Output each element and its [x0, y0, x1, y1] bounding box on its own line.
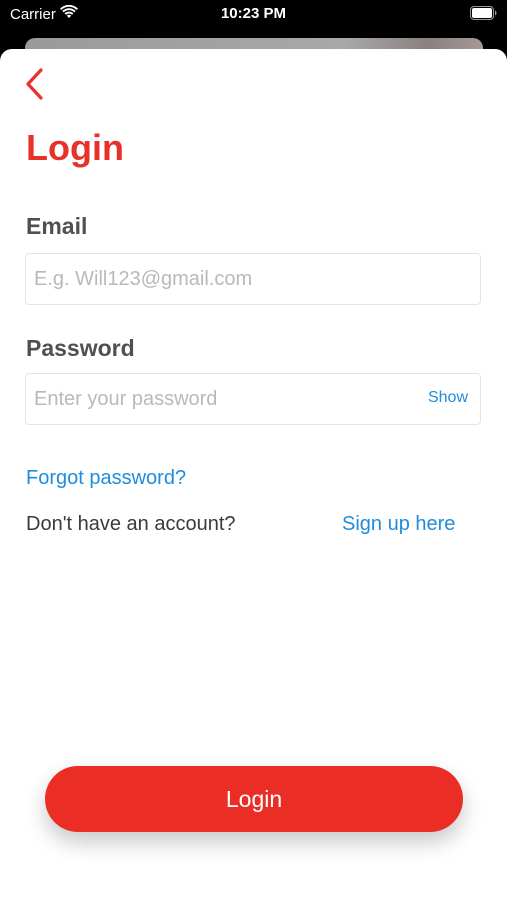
battery-icon — [470, 6, 497, 25]
password-field[interactable] — [34, 374, 414, 424]
back-button[interactable] — [20, 64, 52, 104]
no-account-text: Don't have an account? — [26, 513, 236, 535]
status-bar: Carrier 10:23 PM — [0, 0, 507, 30]
show-password-button[interactable]: Show — [428, 389, 468, 407]
email-label: Email — [26, 213, 88, 239]
login-button[interactable]: Login — [45, 766, 463, 832]
app-screen: Carrier 10:23 PM Login Email E.g. Will12… — [0, 0, 507, 900]
sign-up-link[interactable]: Sign up here — [342, 513, 455, 536]
login-sheet: Login Email Password Show Forgot passwor… — [0, 49, 507, 900]
chevron-left-icon — [20, 68, 52, 108]
password-label: Password — [26, 335, 135, 361]
password-field-container: Show — [25, 373, 481, 425]
email-field[interactable] — [34, 254, 414, 304]
status-time: 10:23 PM — [220, 5, 287, 22]
forgot-password-link[interactable]: Forgot password? — [26, 467, 186, 490]
email-field-container — [25, 253, 481, 305]
page-title: Login — [26, 127, 124, 168]
